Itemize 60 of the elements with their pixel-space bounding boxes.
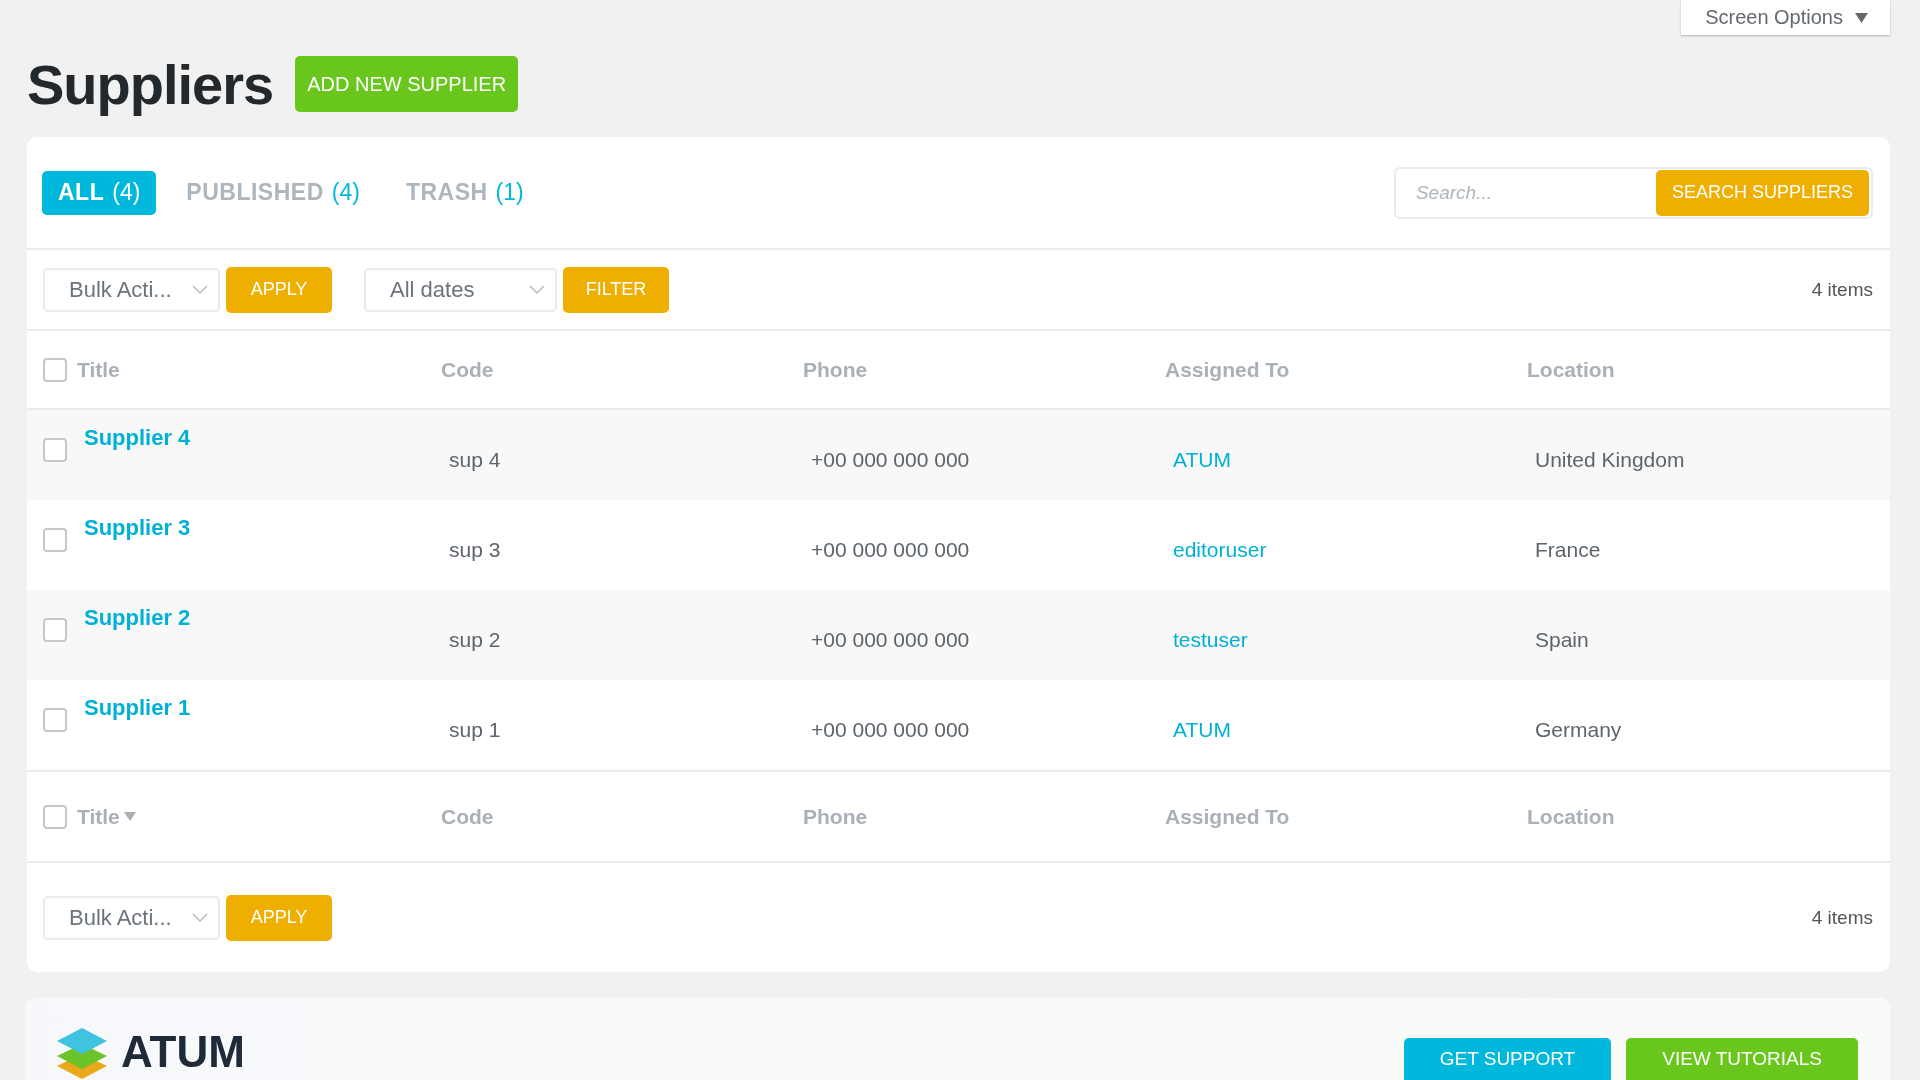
code-cell-text: sup 4 — [448, 447, 502, 472]
supplier-title-link[interactable]: Supplier 4 — [84, 425, 191, 451]
column-header[interactable]: Location — [1527, 357, 1615, 382]
assigned-user-link[interactable]: ATUM — [1173, 438, 1231, 472]
footer-button[interactable]: VIEW TUTORIALS — [1626, 1038, 1858, 1080]
location-cell-text: Spain — [1534, 627, 1590, 652]
phone-cell-text: +00 000 000 000 — [810, 447, 971, 472]
status-tab[interactable]: PUBLISHED (4) — [170, 170, 376, 215]
apply-button[interactable]: APPLY — [226, 266, 332, 313]
row-checkbox[interactable] — [43, 618, 67, 642]
column-header[interactable]: Assigned To — [1165, 357, 1290, 382]
item-count: 4 items — [1811, 906, 1873, 929]
chevron-down-icon — [192, 284, 208, 295]
add-new-supplier-button[interactable]: ADD NEW SUPPLIER — [295, 56, 519, 112]
code-cell-text: sup 3 — [448, 537, 502, 562]
sort-caret-icon — [123, 812, 136, 821]
select-all-checkbox[interactable] — [43, 804, 67, 829]
filter-button[interactable]: FILTER — [563, 266, 669, 313]
status-tab[interactable]: TRASH (1) — [389, 170, 540, 215]
select-all-checkbox[interactable] — [43, 357, 67, 382]
bulk-actions-select[interactable]: Bulk Acti... — [43, 895, 220, 940]
code-cell-text: sup 1 — [448, 717, 502, 742]
column-header[interactable]: Location — [1527, 804, 1615, 829]
column-header[interactable]: Assigned To — [1165, 804, 1290, 829]
assigned-user-link[interactable]: ATUM — [1173, 708, 1231, 742]
assigned-user-link[interactable]: testuser — [1173, 618, 1248, 652]
column-header[interactable]: Phone — [803, 804, 868, 829]
search-suppliers-button[interactable]: SEARCH SUPPLIERS — [1655, 169, 1869, 216]
location-cell-text: United Kingdom — [1534, 447, 1686, 472]
location-cell-text: France — [1534, 537, 1602, 562]
apply-button[interactable]: APPLY — [226, 894, 332, 941]
screen-options-button[interactable]: Screen Options — [1681, 0, 1890, 35]
phone-cell-text: +00 000 000 000 — [810, 627, 971, 652]
bulk-actions-select[interactable]: Bulk Acti... — [43, 267, 220, 312]
column-header[interactable]: Code — [441, 804, 494, 829]
assigned-user-link[interactable]: editoruser — [1173, 528, 1267, 562]
phone-cell-text: +00 000 000 000 — [810, 717, 971, 742]
column-header[interactable]: Title — [77, 804, 136, 829]
footer-button[interactable]: GET SUPPORT — [1403, 1038, 1612, 1080]
phone-cell-text: +00 000 000 000 — [810, 537, 971, 562]
code-cell-text: sup 2 — [448, 627, 502, 652]
search-field[interactable]: Search... SEARCH SUPPLIERS — [1393, 166, 1873, 219]
location-cell-text: Germany — [1534, 717, 1623, 742]
supplier-title-link[interactable]: Supplier 2 — [84, 605, 191, 631]
chevron-down-icon — [192, 912, 208, 923]
logo-text: ATUM — [121, 1026, 245, 1078]
caret-down-icon — [1855, 12, 1868, 23]
status-tab[interactable]: ALL (4) — [42, 170, 157, 215]
page-title: Suppliers — [27, 51, 274, 117]
row-checkbox[interactable] — [43, 528, 67, 552]
column-header[interactable]: Title — [77, 357, 120, 382]
supplier-title-link[interactable]: Supplier 3 — [84, 515, 191, 541]
column-header[interactable]: Phone — [803, 357, 868, 382]
chevron-down-icon — [529, 284, 545, 295]
dates-select[interactable]: All dates — [364, 267, 557, 312]
supplier-title-link[interactable]: Supplier 1 — [84, 695, 191, 721]
column-header[interactable]: Code — [441, 357, 494, 382]
row-checkbox[interactable] — [43, 708, 67, 732]
item-count: 4 items — [1811, 278, 1873, 301]
row-checkbox[interactable] — [43, 438, 67, 462]
